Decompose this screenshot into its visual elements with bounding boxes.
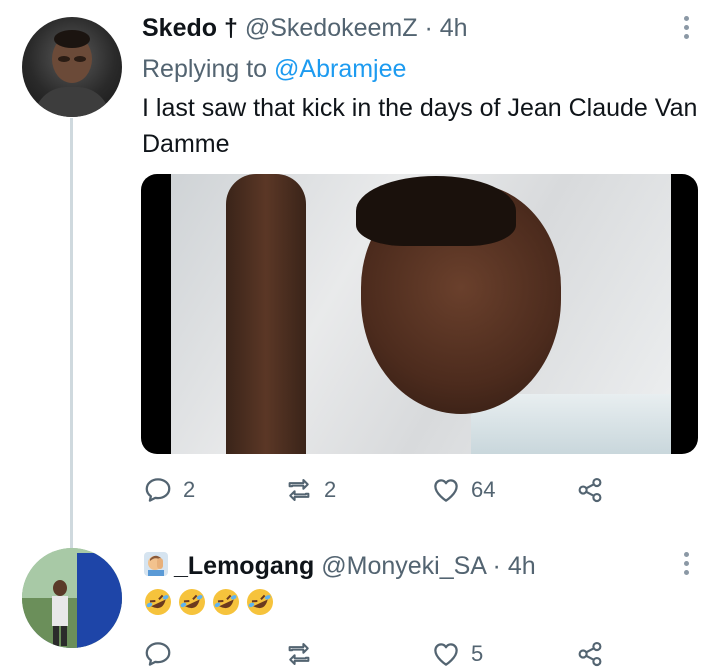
more-icon[interactable] <box>684 16 690 43</box>
share-button[interactable] <box>575 634 605 672</box>
photo-hair <box>356 176 516 246</box>
tweet-media-image[interactable] <box>141 174 698 454</box>
tweet-actions: 5 <box>0 634 720 672</box>
avatar-portrait <box>22 548 122 648</box>
retweet-icon <box>288 479 310 501</box>
photo-arm <box>226 174 306 454</box>
reply-icon <box>145 642 171 666</box>
tweet-actions: 2 2 64 <box>0 470 720 510</box>
share-icon <box>578 477 602 503</box>
tweet-skedo[interactable]: Skedo † @SkedokeemZ · 4h Replying to @Ab… <box>0 0 720 540</box>
replying-prefix: Replying to <box>142 55 275 83</box>
like-button[interactable]: 64 <box>431 470 495 510</box>
avatar-portrait <box>32 30 112 117</box>
reply-button[interactable] <box>143 634 183 672</box>
like-count: 64 <box>471 477 496 502</box>
retweet-button[interactable] <box>284 634 324 672</box>
heart-icon <box>434 479 458 502</box>
retweet-count: 2 <box>324 477 337 502</box>
replying-to-line: Replying to @Abramjee <box>142 54 406 84</box>
reply-count: 2 <box>183 477 196 502</box>
display-name[interactable]: _Lemogang <box>174 552 314 580</box>
retweet-button[interactable]: 2 <box>284 470 336 510</box>
display-name[interactable]: Skedo † <box>142 14 238 42</box>
heart-icon <box>434 643 458 666</box>
user-handle[interactable]: @Monyeki_SA <box>321 552 485 580</box>
more-icon[interactable] <box>684 552 690 579</box>
share-button[interactable] <box>575 470 605 510</box>
rofl-emoji-icon <box>145 589 171 615</box>
separator-dot: · <box>424 14 433 42</box>
media-photo <box>171 174 671 454</box>
share-icon <box>578 641 602 667</box>
rofl-emoji-icon <box>247 589 273 615</box>
timestamp[interactable]: 4h <box>440 14 468 42</box>
facepalm-emoji-icon <box>144 552 168 576</box>
reply-button[interactable]: 2 <box>143 470 195 510</box>
tweet-text <box>142 586 276 618</box>
mention-link[interactable]: @Abramjee <box>274 55 406 83</box>
retweet-icon <box>288 643 310 665</box>
reply-icon <box>145 478 171 502</box>
avatar[interactable] <box>22 17 122 117</box>
separator-dot: · <box>492 552 501 580</box>
like-button[interactable]: 5 <box>431 634 483 672</box>
rofl-emoji-icon <box>179 589 205 615</box>
rofl-emoji-icon <box>213 589 239 615</box>
tweet-text: I last saw that kick in the days of Jean… <box>142 94 698 158</box>
user-handle[interactable]: @SkedokeemZ <box>245 14 418 42</box>
tweet-header: _Lemogang @Monyeki_SA · 4h <box>142 550 536 581</box>
avatar[interactable] <box>22 548 122 648</box>
tweet-header: Skedo † @SkedokeemZ · 4h <box>142 13 468 43</box>
timestamp[interactable]: 4h <box>508 552 536 580</box>
like-count: 5 <box>471 641 484 666</box>
